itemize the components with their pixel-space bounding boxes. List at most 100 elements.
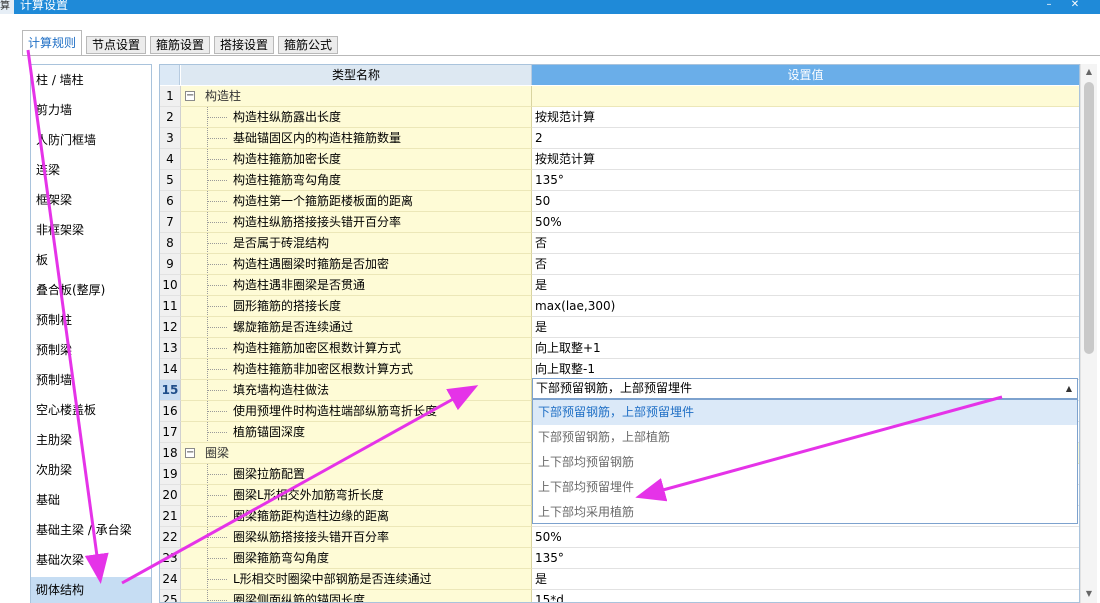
row-value-cell[interactable]: 向上取整-1: [532, 359, 1079, 380]
row-value-cell[interactable]: 135°: [532, 170, 1079, 191]
row-name-cell[interactable]: 构造柱遇圈梁时箍筋是否加密: [181, 254, 532, 275]
row-value-cell[interactable]: 135°: [532, 548, 1079, 569]
sidebar-item[interactable]: 叠合板(整厚): [31, 277, 151, 303]
row-name-cell[interactable]: 圈梁箍筋距构造柱边缘的距离: [181, 506, 532, 527]
collapse-icon[interactable]: −: [185, 448, 195, 458]
table-row[interactable]: 2 构造柱纵筋露出长度 按规范计算: [160, 107, 1079, 128]
row-value-cell[interactable]: 按规范计算: [532, 149, 1079, 170]
sidebar-item[interactable]: 柱 / 墙柱: [31, 67, 151, 93]
scroll-down-icon[interactable]: ▼: [1081, 586, 1097, 602]
table-row[interactable]: 8 是否属于砖混结构 否: [160, 233, 1079, 254]
sidebar-item[interactable]: 基础次梁: [31, 547, 151, 573]
table-row[interactable]: 11 圆形箍筋的搭接长度 max(lae,300): [160, 296, 1079, 317]
row-value-cell[interactable]: 15*d: [532, 590, 1079, 602]
row-name-cell[interactable]: 构造柱遇非圈梁是否贯通: [181, 275, 532, 296]
dropdown-option[interactable]: 上下部均预留钢筋: [533, 450, 1077, 475]
row-name-cell[interactable]: 圈梁箍筋弯勾角度: [181, 548, 532, 569]
row-name-cell[interactable]: − 构造柱: [181, 86, 532, 107]
infill-column-method-combo[interactable]: 下部预留钢筋，上部预留埋件 ▲: [532, 378, 1078, 399]
dropdown-option[interactable]: 下部预留钢筋，上部植筋: [533, 425, 1077, 450]
row-value-cell[interactable]: 2: [532, 128, 1079, 149]
row-name-cell[interactable]: 圈梁L形相交外加筋弯折长度: [181, 485, 532, 506]
tab-stirrup-settings[interactable]: 箍筋设置: [150, 36, 211, 54]
sidebar-item[interactable]: 连梁: [31, 157, 151, 183]
row-name-cell[interactable]: 构造柱纵筋搭接接头错开百分率: [181, 212, 532, 233]
table-row[interactable]: 4 构造柱箍筋加密长度 按规范计算: [160, 149, 1079, 170]
row-name-cell[interactable]: 构造柱箍筋加密区根数计算方式: [181, 338, 532, 359]
row-name-cell[interactable]: 构造柱箍筋非加密区根数计算方式: [181, 359, 532, 380]
row-name-cell[interactable]: − 圈梁: [181, 443, 532, 464]
row-name-cell[interactable]: 圈梁纵筋搭接接头错开百分率: [181, 527, 532, 548]
row-name-cell[interactable]: 是否属于砖混结构: [181, 233, 532, 254]
row-value-cell[interactable]: max(lae,300): [532, 296, 1079, 317]
sidebar-item[interactable]: 预制柱: [31, 307, 151, 333]
table-row[interactable]: 5 构造柱箍筋弯勾角度 135°: [160, 170, 1079, 191]
row-value-cell[interactable]: 是: [532, 569, 1079, 590]
scroll-up-icon[interactable]: ▲: [1081, 64, 1097, 80]
tab-calc-rules[interactable]: 计算规则: [22, 30, 83, 55]
row-name-cell[interactable]: 构造柱箍筋弯勾角度: [181, 170, 532, 191]
table-row[interactable]: 24 L形相交时圈梁中部钢筋是否连续通过 是: [160, 569, 1079, 590]
row-name-cell[interactable]: 使用预埋件时构造柱端部纵筋弯折长度: [181, 401, 532, 422]
tab-stirrup-formula[interactable]: 箍筋公式: [278, 36, 339, 54]
row-name-cell[interactable]: 植筋锚固深度: [181, 422, 532, 443]
row-name-cell[interactable]: 填充墙构造柱做法: [181, 380, 532, 401]
scroll-thumb[interactable]: [1084, 82, 1094, 354]
row-value-cell[interactable]: 向上取整+1: [532, 338, 1079, 359]
dropdown-option[interactable]: 下部预留钢筋，上部预留埋件: [533, 400, 1077, 425]
caret-up-icon[interactable]: ▲: [1066, 379, 1072, 398]
type-name-header[interactable]: 类型名称: [181, 65, 532, 85]
row-name-cell[interactable]: 圆形箍筋的搭接长度: [181, 296, 532, 317]
sidebar-item[interactable]: 主肋梁: [31, 427, 151, 453]
dropdown-option[interactable]: 上下部均预留埋件: [533, 475, 1077, 500]
sidebar-item[interactable]: 预制梁: [31, 337, 151, 363]
table-row[interactable]: 13 构造柱箍筋加密区根数计算方式 向上取整+1: [160, 338, 1079, 359]
sidebar-item[interactable]: 空心楼盖板: [31, 397, 151, 423]
table-row[interactable]: 9 构造柱遇圈梁时箍筋是否加密 否: [160, 254, 1079, 275]
row-value-cell[interactable]: 是: [532, 275, 1079, 296]
sidebar-item[interactable]: 人防门框墙: [31, 127, 151, 153]
row-value-cell[interactable]: 50%: [532, 527, 1079, 548]
row-value-cell[interactable]: 50: [532, 191, 1079, 212]
tab-lap-settings[interactable]: 搭接设置: [214, 36, 275, 54]
table-row[interactable]: 23 圈梁箍筋弯勾角度 135°: [160, 548, 1079, 569]
table-row[interactable]: 14 构造柱箍筋非加密区根数计算方式 向上取整-1: [160, 359, 1079, 380]
setting-value-header[interactable]: 设置值: [532, 65, 1079, 85]
row-value-cell[interactable]: 按规范计算: [532, 107, 1079, 128]
sidebar-item[interactable]: 非框架梁: [31, 217, 151, 243]
dropdown-option[interactable]: 上下部均采用植筋: [533, 500, 1077, 525]
collapse-icon[interactable]: −: [185, 91, 195, 101]
sidebar-item[interactable]: 板: [31, 247, 151, 273]
row-name-cell[interactable]: 螺旋箍筋是否连续通过: [181, 317, 532, 338]
table-row[interactable]: 22 圈梁纵筋搭接接头错开百分率 50%: [160, 527, 1079, 548]
row-name-cell[interactable]: L形相交时圈梁中部钢筋是否连续通过: [181, 569, 532, 590]
group-row[interactable]: 1− 构造柱: [160, 86, 1079, 107]
table-row[interactable]: 10 构造柱遇非圈梁是否贯通 是: [160, 275, 1079, 296]
row-name-cell[interactable]: 圈梁侧面纵筋的锚固长度: [181, 590, 532, 602]
table-row[interactable]: 7 构造柱纵筋搭接接头错开百分率 50%: [160, 212, 1079, 233]
sidebar-item[interactable]: 基础主梁 / 承台梁: [31, 517, 151, 543]
sidebar-item[interactable]: 次肋梁: [31, 457, 151, 483]
row-value-cell[interactable]: 是: [532, 317, 1079, 338]
row-name-cell[interactable]: 基础锚固区内的构造柱箍筋数量: [181, 128, 532, 149]
sidebar-item[interactable]: 基础: [31, 487, 151, 513]
row-name-cell[interactable]: 圈梁拉筋配置: [181, 464, 532, 485]
minimize-button[interactable]: –: [1036, 0, 1062, 14]
close-button[interactable]: ✕: [1062, 0, 1088, 14]
vertical-scrollbar[interactable]: ▲ ▼: [1080, 64, 1097, 603]
row-name-cell[interactable]: 构造柱纵筋露出长度: [181, 107, 532, 128]
row-value-cell[interactable]: 否: [532, 233, 1079, 254]
sidebar-item[interactable]: 框架梁: [31, 187, 151, 213]
sidebar-item[interactable]: 预制墙: [31, 367, 151, 393]
tab-node-settings[interactable]: 节点设置: [86, 36, 147, 54]
table-row[interactable]: 3 基础锚固区内的构造柱箍筋数量 2: [160, 128, 1079, 149]
row-value-cell[interactable]: 否: [532, 254, 1079, 275]
row-name-cell[interactable]: 构造柱箍筋加密长度: [181, 149, 532, 170]
table-row[interactable]: 12 螺旋箍筋是否连续通过 是: [160, 317, 1079, 338]
row-name-cell[interactable]: 构造柱第一个箍筋距楼板面的距离: [181, 191, 532, 212]
table-row[interactable]: 6 构造柱第一个箍筋距楼板面的距离 50: [160, 191, 1079, 212]
sidebar-item[interactable]: 砌体结构: [31, 577, 151, 603]
row-value-cell[interactable]: 50%: [532, 212, 1079, 233]
table-row[interactable]: 25 圈梁侧面纵筋的锚固长度 15*d: [160, 590, 1079, 602]
sidebar-item[interactable]: 剪力墙: [31, 97, 151, 123]
